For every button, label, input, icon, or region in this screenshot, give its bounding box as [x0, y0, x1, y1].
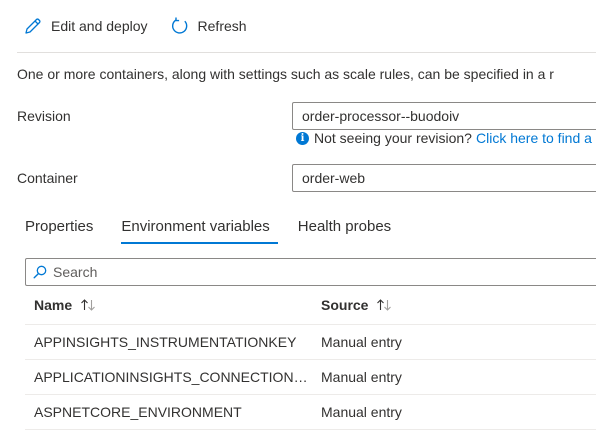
env-name: APPINSIGHTS_INSTRUMENTATIONKEY: [34, 334, 297, 350]
intro-description: One or more containers, along with setti…: [17, 66, 554, 82]
find-revision-link[interactable]: Click here to find a: [476, 130, 592, 146]
env-name-cell: APPLICATIONINSIGHTS_CONNECTION_ST...: [34, 360, 312, 394]
edit-and-deploy-button[interactable]: Edit and deploy: [17, 10, 154, 42]
env-source-cell: Manual entry: [321, 404, 402, 420]
container-row: Container order-web: [17, 164, 596, 192]
table-row[interactable]: ASPNETCORE_ENVIRONMENT Manual entry: [25, 395, 596, 430]
env-name: APPLICATIONINSIGHTS_CONNECTION_ST...: [34, 369, 312, 385]
env-variables-table: Name Source APPINSIGHTS_INSTRUMENTATIONK…: [25, 286, 596, 430]
revision-hint: i Not seeing your revision? Click here t…: [296, 130, 592, 146]
info-icon: i: [296, 131, 309, 145]
source-header-label: Source: [321, 297, 369, 313]
search-icon: [32, 264, 48, 280]
command-bar: Edit and deploy Refresh: [17, 0, 596, 53]
tab-list: Properties Environment variables Health …: [17, 210, 411, 246]
table-header-row: Name Source: [25, 286, 596, 325]
edit-and-deploy-label: Edit and deploy: [51, 18, 148, 34]
env-name: ASPNETCORE_ENVIRONMENT: [34, 404, 242, 420]
source-column-header[interactable]: Source: [321, 286, 521, 324]
sort-icon: [80, 298, 96, 312]
search-input[interactable]: [53, 264, 453, 280]
container-label: Container: [17, 170, 78, 186]
revision-dropdown[interactable]: order-processor--buodoiv: [292, 102, 596, 130]
name-header-label: Name: [34, 297, 73, 313]
container-app-environment-page: Edit and deploy Refresh One or more cont…: [0, 0, 596, 436]
search-box[interactable]: [25, 258, 596, 286]
env-source-cell: Manual entry: [321, 334, 402, 350]
env-source-cell: Manual entry: [321, 369, 402, 385]
revision-row: Revision order-processor--buodoiv: [17, 102, 596, 130]
refresh-icon: [170, 16, 190, 36]
tab-environment-variables[interactable]: Environment variables: [113, 210, 279, 246]
refresh-button[interactable]: Refresh: [164, 10, 253, 42]
sort-icon: [376, 298, 392, 312]
revision-hint-text: Not seeing your revision?: [314, 130, 472, 146]
table-row[interactable]: APPLICATIONINSIGHTS_CONNECTION_ST... Man…: [25, 360, 596, 395]
pencil-icon: [23, 16, 43, 36]
env-name-cell: APPINSIGHTS_INSTRUMENTATIONKEY: [34, 325, 312, 359]
tab-properties[interactable]: Properties: [17, 210, 101, 246]
env-name-cell: ASPNETCORE_ENVIRONMENT: [34, 395, 312, 429]
table-row[interactable]: APPINSIGHTS_INSTRUMENTATIONKEY Manual en…: [25, 325, 596, 360]
refresh-label: Refresh: [197, 18, 247, 34]
name-column-header[interactable]: Name: [34, 286, 312, 324]
revision-label: Revision: [17, 108, 71, 124]
container-dropdown[interactable]: order-web: [292, 164, 596, 192]
tab-health-probes[interactable]: Health probes: [290, 210, 399, 246]
